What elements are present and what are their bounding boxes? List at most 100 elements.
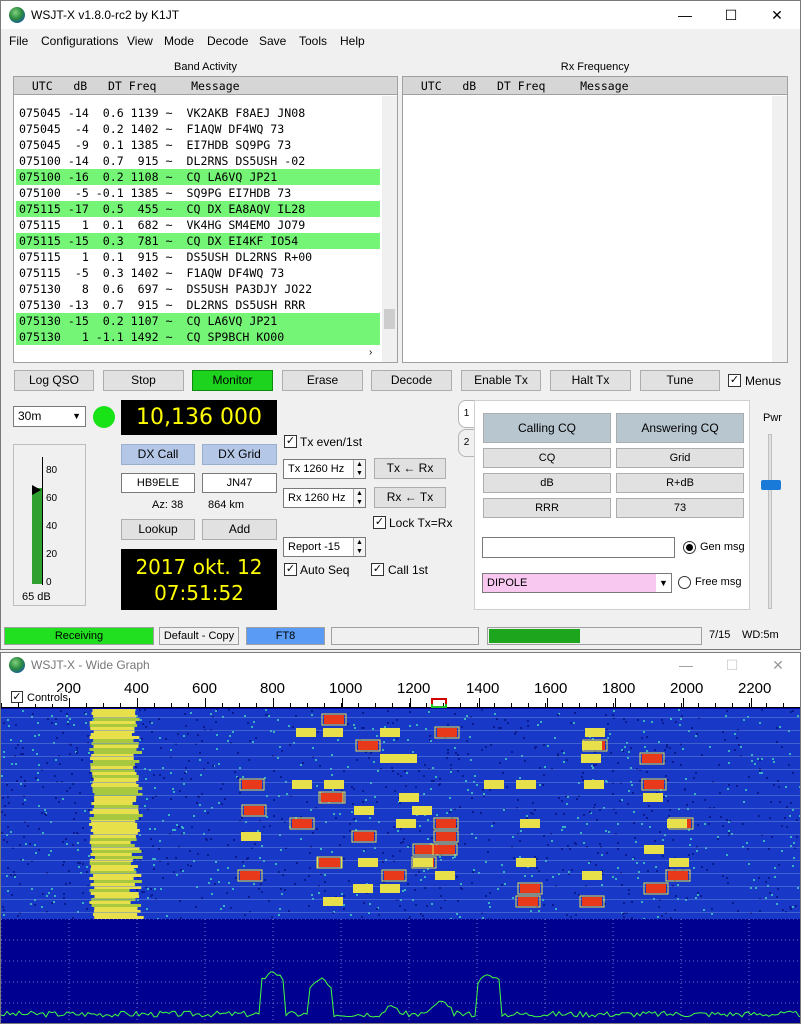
band-activity-list[interactable]: UTC dB DT Freq Message 075045 -14 0.6 11… (13, 76, 398, 363)
rx-from-tx-button[interactable]: Rx ← Tx (374, 487, 446, 508)
azimuth-label: Az: 38 (152, 499, 184, 511)
enable-tx-button[interactable]: Enable Tx (461, 370, 541, 391)
band-activity-row[interactable]: 075100 -5 -0.1 1385 ~ SQ9PG EI7HDB 73 (16, 185, 380, 201)
wide-graph-title: WSJT-X - Wide Graph (31, 658, 150, 672)
erase-button[interactable]: Erase (282, 370, 363, 391)
scroll-right-arrow-icon[interactable]: › (369, 347, 372, 358)
dx-grid-field[interactable]: JN47 (202, 473, 277, 493)
calling-cq-button[interactable]: Calling CQ (483, 413, 611, 443)
rx-frequency-scrollbar[interactable] (772, 96, 787, 362)
tx-frequency-spinner[interactable]: Tx 1260 Hz ▲ ▼ (283, 459, 366, 479)
rrr-button[interactable]: RRR (483, 498, 611, 518)
menu-view[interactable]: View (127, 34, 153, 48)
wide-maximize-button[interactable]: ☐ (709, 653, 755, 678)
tab-2[interactable]: 2 (458, 429, 475, 457)
distance-label: 864 km (208, 499, 245, 511)
rx-frequency-list[interactable]: UTC dB DT Freq Message (402, 76, 788, 363)
seventy-three-button[interactable]: 73 (616, 498, 744, 518)
clock-display: 2017 okt. 12 07:51:52 (121, 549, 277, 610)
frequency-tick-label: 400 (124, 680, 150, 697)
auto-seq-checkbox[interactable]: ✓ (284, 563, 297, 576)
rx-spin-arrows-icon[interactable]: ▲ ▼ (353, 489, 365, 507)
r-db-button[interactable]: R+dB (616, 473, 744, 493)
scrollbar-thumb[interactable] (384, 309, 395, 329)
menus-checkbox[interactable]: ✓ (728, 374, 741, 387)
band-activity-row[interactable]: 075045 -9 0.1 1385 ~ EI7HDB SQ9PG 73 (16, 137, 380, 153)
title-bar: WSJT-X v1.8.0-rc2 by K1JT — ☐ ✕ (1, 1, 800, 29)
band-activity-row[interactable]: 075115 -15 0.3 781 ~ CQ DX EI4KF IO54 (16, 233, 380, 249)
tx-even-checkbox[interactable]: ✓ (284, 435, 297, 448)
frequency-tick (479, 698, 480, 708)
grid-button[interactable]: Grid (616, 448, 744, 468)
decode-button[interactable]: Decode (371, 370, 452, 391)
answering-cq-button[interactable]: Answering CQ (616, 413, 744, 443)
spectrum-display (1, 919, 800, 1023)
controls-label: Controls (27, 692, 68, 704)
tx-from-rx-button[interactable]: Tx ← Rx (374, 458, 446, 479)
call-1st-checkbox[interactable]: ✓ (371, 563, 384, 576)
gen-msg-label: Gen msg (700, 541, 745, 553)
clock-date: 2017 okt. 12 (135, 555, 263, 579)
minimize-button[interactable]: — (662, 1, 708, 29)
gen-msg-field[interactable] (482, 537, 675, 558)
db-button[interactable]: dB (483, 473, 611, 493)
menu-help[interactable]: Help (340, 34, 365, 48)
band-activity-row[interactable]: 075130 1 -1.1 1492 ~ CQ SP9BCH KO00 (16, 329, 380, 345)
app-globe-icon (9, 7, 25, 23)
window-title: WSJT-X v1.8.0-rc2 by K1JT (31, 8, 180, 22)
frequency-scale[interactable]: 200 400 600 800 1000 1200 1400 1600 1800 2000 2200… (1, 678, 800, 708)
band-activity-row[interactable]: 075115 -17 0.5 455 ~ CQ DX EA8AQV IL28 (16, 201, 380, 217)
tx-frequency-value: Tx 1260 Hz (288, 463, 345, 475)
tab-1[interactable]: 1 (458, 400, 475, 428)
chevron-down-icon[interactable]: ▼ (656, 574, 671, 592)
menu-mode[interactable]: Mode (164, 34, 194, 48)
menu-configurations[interactable]: Configurations (41, 34, 118, 48)
band-activity-row[interactable]: 075115 1 0.1 682 ~ VK4HG SM4EMO JO79 (16, 217, 380, 233)
log-qso-button[interactable]: Log QSO (14, 370, 94, 391)
band-activity-row[interactable]: 075115 1 0.1 915 ~ DS5USH DL2RNS R+00 (16, 249, 380, 265)
band-activity-row[interactable]: 075115 -5 0.3 1402 ~ F1AQW DF4WQ 73 (16, 265, 380, 281)
rx-frequency-spinner[interactable]: Rx 1260 Hz ▲ ▼ (283, 488, 366, 508)
band-activity-scrollbar[interactable] (382, 96, 397, 362)
band-select[interactable]: 30m ▼ (13, 406, 86, 427)
status-empty (331, 627, 479, 645)
dx-call-field[interactable]: HB9ELE (121, 473, 195, 493)
waterfall-display[interactable] (1, 709, 801, 919)
tx-spin-arrows-icon[interactable]: ▲ ▼ (353, 460, 365, 478)
cq-button[interactable]: CQ (483, 448, 611, 468)
maximize-button[interactable]: ☐ (708, 1, 754, 29)
free-msg-field[interactable]: DIPOLE ▼ (482, 573, 672, 593)
tune-button[interactable]: Tune (640, 370, 720, 391)
report-spinner[interactable]: Report -15 ▲ ▼ (283, 537, 366, 557)
lookup-button[interactable]: Lookup (121, 519, 195, 540)
menu-file[interactable]: File (9, 34, 28, 48)
band-activity-row[interactable]: 075100 -14 0.7 915 ~ DL2RNS DS5USH -02 (16, 153, 380, 169)
band-activity-row[interactable]: 075130 -15 0.2 1107 ~ CQ LA6VQ JP21 (16, 313, 380, 329)
band-activity-row[interactable]: 075130 -13 0.7 915 ~ DL2RNS DS5USH RRR (16, 297, 380, 313)
stop-button[interactable]: Stop (103, 370, 184, 391)
menu-decode[interactable]: Decode (207, 34, 248, 48)
meter-tick-0: 0 (46, 577, 52, 588)
wide-minimize-button[interactable]: — (663, 653, 709, 678)
gen-msg-radio[interactable] (683, 541, 696, 554)
band-activity-row[interactable]: 075130 8 0.6 697 ~ DS5USH PA3DJY JO22 (16, 281, 380, 297)
auto-seq-label: Auto Seq (300, 563, 350, 577)
wide-close-button[interactable]: ✕ (755, 653, 800, 678)
pwr-slider-track[interactable] (761, 434, 781, 609)
menu-save[interactable]: Save (259, 34, 286, 48)
pwr-slider-handle[interactable] (761, 480, 781, 490)
menu-bar: File Configurations View Mode Decode Sav… (1, 31, 800, 51)
meter-tick-60: 60 (46, 493, 58, 504)
lock-tx-rx-checkbox[interactable]: ✓ (373, 516, 386, 529)
free-msg-radio[interactable] (678, 576, 691, 589)
report-spin-arrows-icon[interactable]: ▲ ▼ (353, 538, 365, 556)
band-activity-row[interactable]: 075100 -16 0.2 1108 ~ CQ LA6VQ JP21 (16, 169, 380, 185)
menu-tools[interactable]: Tools (299, 34, 327, 48)
controls-checkbox[interactable]: ✓ (11, 691, 23, 703)
band-activity-row[interactable]: 075045 -14 0.6 1139 ~ VK2AKB F8AEJ JN08 (16, 105, 380, 121)
band-activity-row[interactable]: 075045 -4 0.2 1402 ~ F1AQW DF4WQ 73 (16, 121, 380, 137)
monitor-button[interactable]: Monitor (192, 370, 273, 391)
halt-tx-button[interactable]: Halt Tx (550, 370, 631, 391)
add-button[interactable]: Add (202, 519, 277, 540)
close-button[interactable]: ✕ (754, 1, 800, 29)
